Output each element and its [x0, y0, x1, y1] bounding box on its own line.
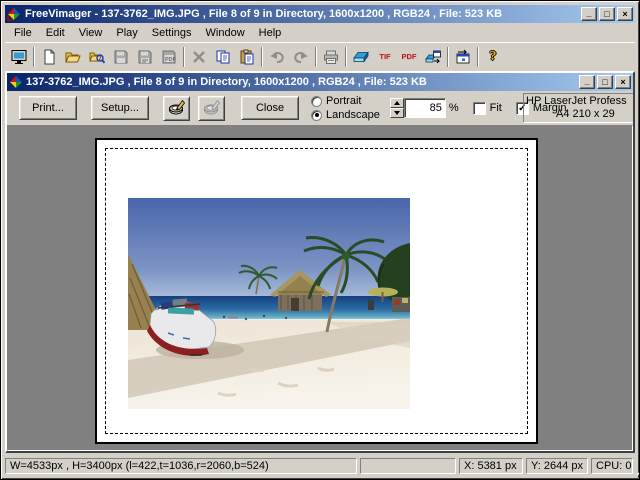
- close-preview-button[interactable]: Close: [241, 96, 299, 120]
- maximize-button[interactable]: □: [599, 7, 615, 21]
- copy-icon[interactable]: [211, 45, 235, 68]
- email-window-icon[interactable]: [451, 45, 475, 68]
- save-pdf-icon[interactable]: PDF: [157, 45, 181, 68]
- menu-settings[interactable]: Settings: [145, 25, 199, 41]
- toolbar-separator: [447, 47, 449, 67]
- print-preview-window: 137-3762_IMG.JPG , File 8 of 9 in Direct…: [5, 71, 635, 453]
- child-minimize-button[interactable]: _: [579, 75, 595, 89]
- child-titlebar[interactable]: 137-3762_IMG.JPG , File 8 of 9 in Direct…: [7, 73, 633, 91]
- main-toolbar: PDF TIF PDF: [5, 42, 635, 70]
- menubar: File Edit View Play Settings Window Help: [5, 24, 635, 42]
- menu-play[interactable]: Play: [109, 25, 144, 41]
- zoom-up-button[interactable]: [390, 98, 404, 108]
- portrait-radio[interactable]: [311, 96, 322, 107]
- status-x-position: X: 5381 px: [459, 458, 523, 474]
- printer-paper-size: A4 210 x 29: [526, 108, 635, 121]
- printer-pen-icon: [168, 99, 186, 117]
- save-icon[interactable]: [109, 45, 133, 68]
- help-icon[interactable]: ?: [481, 45, 505, 68]
- printer-info-box: HP LaserJet Profess A4 210 x 29: [523, 93, 635, 123]
- zoom-down-button[interactable]: [390, 108, 404, 118]
- status-image-info: W=4533px , H=3400px (l=422,t=1036,r=2060…: [5, 458, 357, 474]
- status-bar: W=4533px , H=3400px (l=422,t=1036,r=2060…: [5, 455, 635, 475]
- open-folder-icon[interactable]: [61, 45, 85, 68]
- preview-page: [95, 138, 538, 444]
- printer-name: HP LaserJet Profess: [526, 95, 635, 108]
- status-progress-panel: [360, 458, 456, 474]
- printer-pen-disabled-icon: [203, 99, 221, 117]
- toolbar-separator: [345, 47, 347, 67]
- orientation-group: Portrait Landscape: [311, 95, 380, 122]
- child-close-button[interactable]: ×: [615, 75, 631, 89]
- undo-icon[interactable]: [265, 45, 289, 68]
- minimize-button[interactable]: _: [581, 7, 597, 21]
- landscape-radio[interactable]: [311, 110, 322, 121]
- menu-view[interactable]: View: [72, 25, 110, 41]
- beach-photo: [128, 198, 410, 409]
- batch-scan-icon[interactable]: [421, 45, 445, 68]
- portrait-label: Portrait: [326, 95, 361, 107]
- batch-pdf-icon[interactable]: PDF: [397, 45, 421, 68]
- status-cpu: CPU: 0: [591, 458, 633, 474]
- new-file-icon[interactable]: [37, 45, 61, 68]
- print-annotate-disabled-button[interactable]: [198, 96, 225, 121]
- child-maximize-button[interactable]: □: [597, 75, 613, 89]
- zoom-spinner: %: [390, 98, 459, 118]
- screen-view-icon[interactable]: [7, 45, 31, 68]
- browse-folder-icon[interactable]: [85, 45, 109, 68]
- toolbar-separator: [477, 47, 479, 67]
- close-button[interactable]: ×: [617, 7, 633, 21]
- toolbar-separator: [183, 47, 185, 67]
- menu-edit[interactable]: Edit: [39, 25, 72, 41]
- toolbar-separator: [261, 47, 263, 67]
- child-window-title: 137-3762_IMG.JPG , File 8 of 9 in Direct…: [26, 76, 576, 88]
- status-y-position: Y: 2644 px: [526, 458, 588, 474]
- percent-label: %: [449, 102, 459, 114]
- zoom-input[interactable]: [404, 98, 446, 118]
- preview-area: [7, 125, 633, 451]
- setup-button[interactable]: Setup...: [91, 96, 149, 120]
- fit-checkbox[interactable]: [473, 102, 486, 115]
- menu-file[interactable]: File: [7, 25, 39, 41]
- menu-window[interactable]: Window: [199, 25, 252, 41]
- print-icon[interactable]: [319, 45, 343, 68]
- print-annotate-button[interactable]: [163, 96, 190, 121]
- fit-label: Fit: [490, 102, 502, 114]
- toolbar-separator: [33, 47, 35, 67]
- landscape-label: Landscape: [326, 109, 380, 121]
- svg-text:PDF: PDF: [165, 57, 177, 63]
- print-button[interactable]: Print...: [19, 96, 77, 120]
- scan-icon[interactable]: [349, 45, 373, 68]
- toolbar-separator: [315, 47, 317, 67]
- window-title: FreeVimager - 137-3762_IMG.JPG , File 8 …: [25, 8, 578, 20]
- redo-icon[interactable]: [289, 45, 313, 68]
- delete-icon[interactable]: [187, 45, 211, 68]
- freevimager-window: FreeVimager - 137-3762_IMG.JPG , File 8 …: [0, 0, 640, 480]
- print-toolbar: Print... Setup... Close Portrait Landsca…: [7, 91, 633, 125]
- resize-grip[interactable]: [636, 461, 640, 475]
- paste-icon[interactable]: [235, 45, 259, 68]
- batch-tif-icon[interactable]: TIF: [373, 45, 397, 68]
- menu-help[interactable]: Help: [252, 25, 289, 41]
- app-icon: [7, 7, 22, 21]
- child-window-icon: [9, 75, 23, 89]
- main-titlebar[interactable]: FreeVimager - 137-3762_IMG.JPG , File 8 …: [5, 5, 635, 23]
- save-as-icon[interactable]: [133, 45, 157, 68]
